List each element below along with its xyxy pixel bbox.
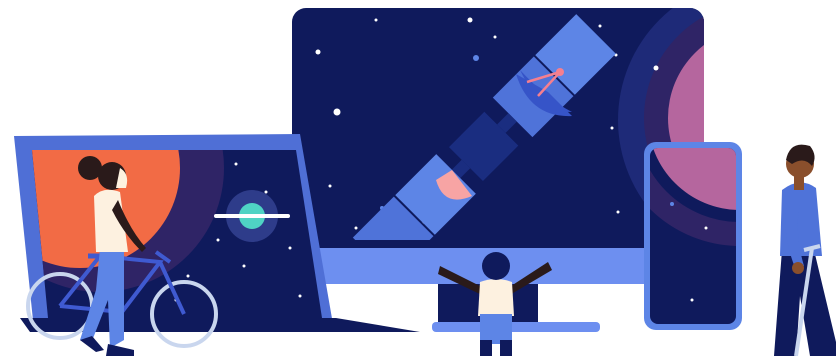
person-hand: [792, 262, 804, 274]
illustration-canvas: [14, 8, 836, 356]
cyclist-bun: [78, 156, 102, 180]
child-head: [482, 252, 510, 280]
blue-dot-star: [473, 55, 479, 61]
person-with-crutch: [774, 144, 836, 356]
desktop-monitor: [292, 8, 704, 332]
child-shirt: [478, 279, 514, 316]
antenna-tip: [556, 68, 564, 76]
monitor-stand-base: [432, 322, 600, 332]
space-devices-illustration: [0, 0, 836, 356]
child-pants: [480, 314, 512, 344]
